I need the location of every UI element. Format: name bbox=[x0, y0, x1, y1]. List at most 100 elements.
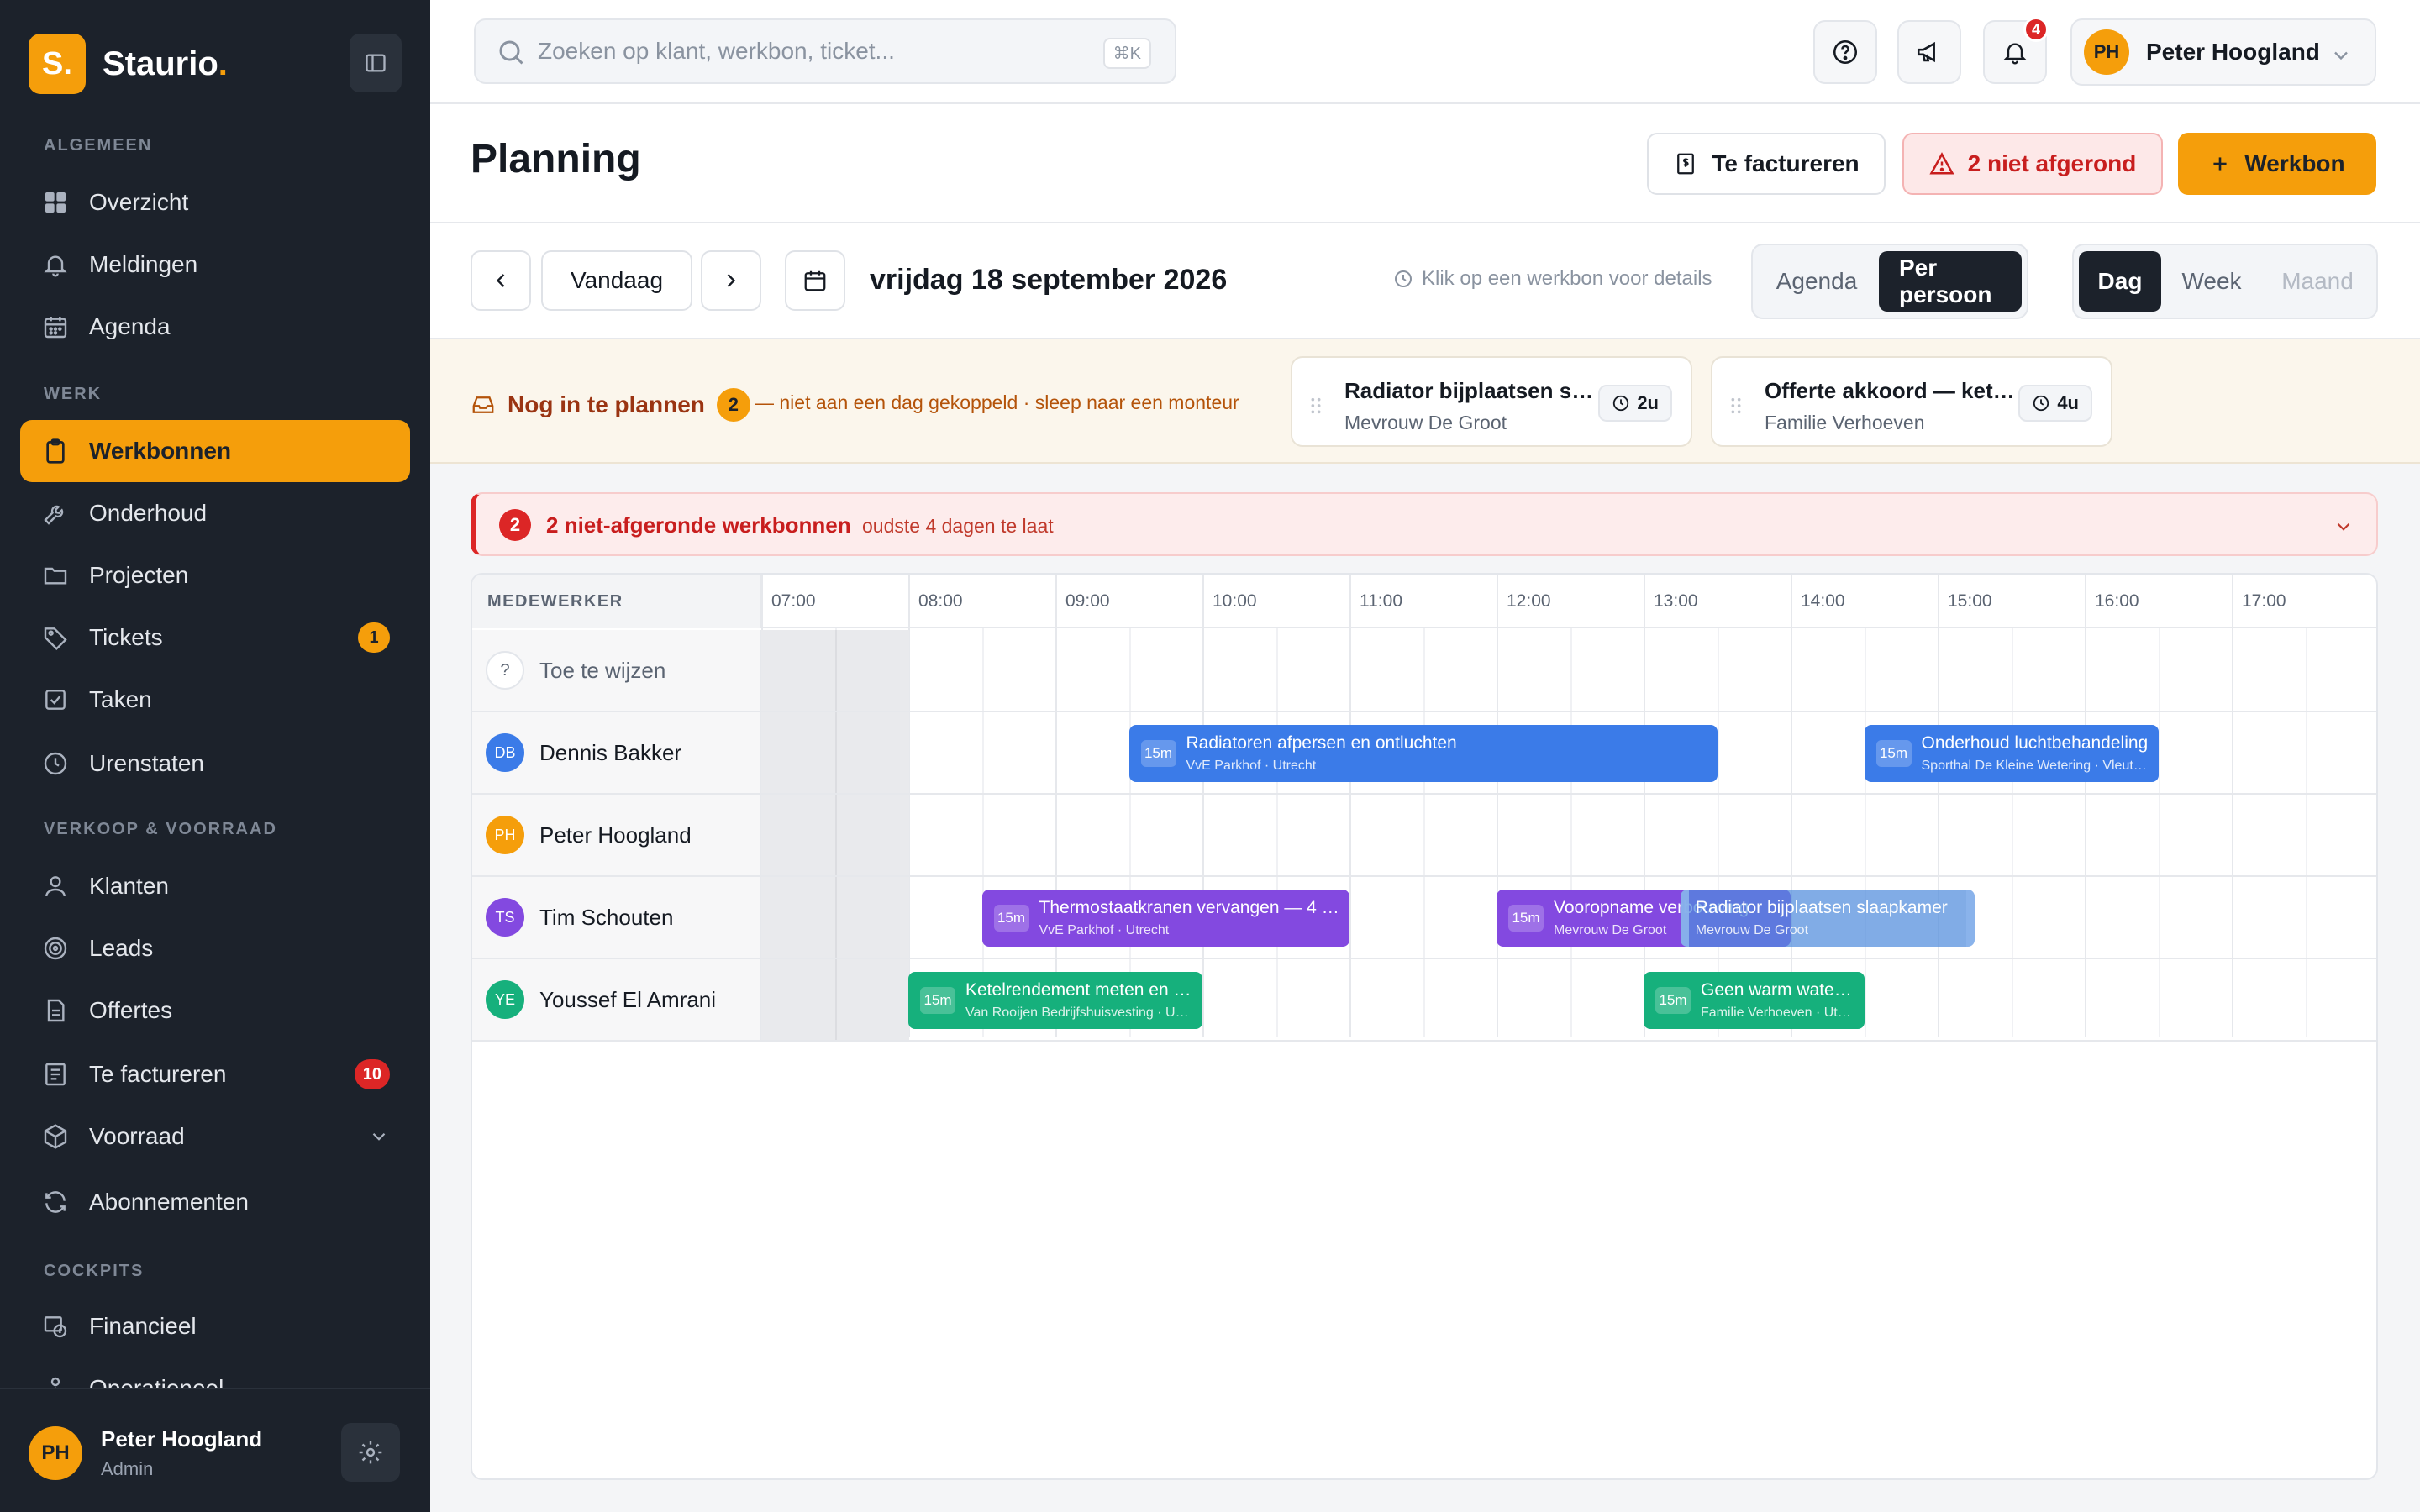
sidebar-item-te-factureren[interactable]: Te factureren 10 bbox=[20, 1043, 410, 1105]
duration-text: 4u bbox=[2057, 392, 2079, 413]
next-day-button[interactable] bbox=[701, 250, 761, 311]
sidebar-item-taken[interactable]: Taken bbox=[20, 669, 410, 731]
settings-button[interactable] bbox=[341, 1423, 400, 1482]
sidebar-item-leads[interactable]: Leads bbox=[20, 917, 410, 979]
sidebar-item-projecten[interactable]: Projecten bbox=[20, 544, 410, 606]
unscheduled-card-title: Radiator bijplaatsen slaapkamer bbox=[1344, 378, 1597, 403]
page-header: Planning Te factureren 2 niet afgerond W… bbox=[430, 104, 2420, 223]
hour-label: 14:00 bbox=[1801, 591, 1845, 611]
chevron-left-icon bbox=[496, 274, 505, 287]
range-week[interactable]: Week bbox=[2165, 251, 2259, 312]
employee-name: Youssef El Amrani bbox=[539, 986, 717, 1012]
te-factureren-button[interactable]: Te factureren bbox=[1647, 133, 1886, 195]
megaphone-icon bbox=[1917, 41, 1935, 63]
unscheduled-strip: Nog in te plannen 2 — niet aan een dag g… bbox=[430, 339, 2420, 464]
sidebar-item-label: Te factureren bbox=[89, 1061, 227, 1087]
job-block[interactable]: Radiator bijplaatsen slaapkamer Mevrouw D… bbox=[1680, 890, 1975, 947]
details-hint: Klik op een werkbon voor details bbox=[1393, 267, 1712, 291]
sidebar-item-onderhoud[interactable]: Onderhoud bbox=[20, 482, 410, 544]
drag-handle-icon[interactable] bbox=[1309, 396, 1323, 415]
view-mode-agenda[interactable]: Agenda bbox=[1758, 251, 1876, 312]
hour-label: 15:00 bbox=[1948, 591, 1992, 611]
view-mode-toggle: Agenda Per persoon bbox=[1751, 244, 2028, 319]
unscheduled-card-customer: Mevrouw De Groot bbox=[1344, 412, 1507, 433]
folder-icon bbox=[40, 560, 71, 591]
job-title: Radiator bijplaatsen slaapkamer bbox=[1695, 898, 1948, 917]
unscheduled-card[interactable]: Radiator bijplaatsen slaapkamer Mevrouw … bbox=[1291, 356, 1692, 447]
unscheduled-count-badge: 2 bbox=[716, 388, 750, 422]
drag-handle-icon[interactable] bbox=[1729, 396, 1743, 415]
sidebar-item-label: Financieel bbox=[89, 1313, 197, 1339]
job-customer: VvE Parkhof · Utrecht bbox=[1186, 759, 1317, 773]
notifications-button[interactable]: 4 bbox=[1983, 17, 2049, 84]
search-bar[interactable]: ⌘K bbox=[474, 18, 1176, 84]
te-factureren-label: Te factureren bbox=[1712, 150, 1860, 176]
job-block[interactable]: 15m Onderhoud luchtbehandeling Sporthal De… bbox=[1864, 725, 2159, 782]
sidebar-item-label: Taken bbox=[89, 686, 152, 712]
search-icon bbox=[496, 37, 526, 67]
range-dag[interactable]: Dag bbox=[2079, 251, 2161, 312]
unfinished-alert-banner[interactable]: 2 2 niet-afgeronde werkbonnen oudste 4 d… bbox=[471, 492, 2378, 556]
job-customer: Sporthal De Kleine Wetering · Vleuten bbox=[1921, 759, 2149, 773]
previous-day-button[interactable] bbox=[471, 250, 531, 311]
job-block[interactable]: 15m Ketelrendement meten en afstellen Van … bbox=[908, 972, 1202, 1029]
box-icon bbox=[40, 1121, 71, 1152]
off-hours-block bbox=[761, 959, 909, 1040]
help-button[interactable] bbox=[1813, 20, 1877, 84]
sidebar-item-label: Offertes bbox=[89, 997, 173, 1023]
sidebar-item-tickets[interactable]: Tickets 1 bbox=[20, 606, 410, 669]
sidebar-item-offertes[interactable]: Offertes bbox=[20, 979, 410, 1042]
hour-label: 17:00 bbox=[2242, 591, 2286, 611]
travel-time-tag: 15m bbox=[1655, 987, 1691, 1014]
employee-column-header: MEDEWERKER bbox=[472, 575, 761, 628]
employee-cell: DB Dennis Bakker bbox=[472, 712, 761, 793]
brand[interactable]: S. Staurio. bbox=[29, 32, 402, 96]
clock-icon bbox=[40, 748, 71, 779]
unscheduled-card[interactable]: Offerte akkoord — ketel vervangen Famili… bbox=[1711, 356, 2112, 447]
range-toggle: Dag Week Maand bbox=[2072, 244, 2378, 319]
sidebar-item-werkbonnen[interactable]: Werkbonnen bbox=[20, 420, 410, 482]
user-name: Peter Hoogland bbox=[2146, 39, 2320, 65]
announcements-button[interactable] bbox=[1897, 20, 1961, 84]
sidebar-item-voorraad[interactable]: Voorraad bbox=[20, 1105, 410, 1168]
avatar[interactable]: PH bbox=[29, 1426, 82, 1480]
sidebar: S. Staurio. ALGEMEEN Overzicht Meldingen… bbox=[0, 0, 430, 1512]
job-customer: VvE Parkhof · Utrecht bbox=[1039, 923, 1170, 937]
employee-cell: YE Youssef El Amrani bbox=[472, 959, 761, 1040]
job-block[interactable]: 15m Geen warm water keuken Familie Verhoev… bbox=[1644, 972, 1865, 1029]
niet-afgerond-button[interactable]: 2 niet afgerond bbox=[1902, 133, 2163, 195]
chevron-down-icon[interactable] bbox=[2333, 516, 2354, 538]
search-input[interactable] bbox=[538, 38, 1076, 65]
user-menu[interactable]: PH Peter Hoogland bbox=[2070, 18, 2376, 86]
finance-icon bbox=[40, 1311, 71, 1341]
hour-label: 09:00 bbox=[1065, 591, 1110, 611]
sidebar-item-financieel[interactable]: Financieel bbox=[20, 1295, 410, 1357]
alert-subtitle: oudste 4 dagen te laat bbox=[862, 515, 1054, 537]
today-button[interactable]: Vandaag bbox=[541, 250, 692, 311]
sidebar-item-klanten[interactable]: Klanten bbox=[20, 855, 410, 917]
employee-name: Toe te wijzen bbox=[539, 657, 666, 683]
job-block[interactable]: 15m Thermostaatkranen vervangen — 4 appar… bbox=[981, 890, 1349, 947]
grid-icon bbox=[40, 187, 71, 218]
sidebar-item-urenstaten[interactable]: Urenstaten bbox=[20, 732, 410, 795]
view-mode-per-persoon[interactable]: Per persoon bbox=[1879, 251, 2022, 312]
calendar-icon bbox=[804, 270, 826, 291]
sidebar-user-panel: PH Peter Hoogland Admin bbox=[0, 1388, 430, 1512]
target-icon bbox=[40, 933, 71, 963]
hour-label: 12:00 bbox=[1507, 591, 1551, 611]
sidebar-collapse-button[interactable] bbox=[350, 34, 402, 92]
range-maand[interactable]: Maand bbox=[2262, 251, 2373, 312]
job-block[interactable]: 15m Radiatoren afpersen en ontluchten VvE … bbox=[1128, 725, 1718, 782]
new-werkbon-button[interactable]: Werkbon bbox=[2178, 133, 2376, 195]
sidebar-item-label: Urenstaten bbox=[89, 750, 204, 776]
checkbox-icon bbox=[40, 685, 71, 715]
document-icon bbox=[40, 995, 71, 1026]
chevron-down-icon[interactable] bbox=[368, 1126, 390, 1147]
sidebar-item-agenda[interactable]: Agenda bbox=[20, 296, 410, 358]
sidebar-item-overzicht[interactable]: Overzicht bbox=[20, 171, 410, 234]
sidebar-item-abonnementen[interactable]: Abonnementen bbox=[20, 1171, 410, 1233]
sidebar-item-meldingen[interactable]: Meldingen bbox=[20, 234, 410, 296]
date-picker-button[interactable] bbox=[785, 250, 845, 311]
refresh-icon bbox=[40, 1187, 71, 1217]
nav-section-algemeen: ALGEMEEN bbox=[44, 136, 153, 155]
